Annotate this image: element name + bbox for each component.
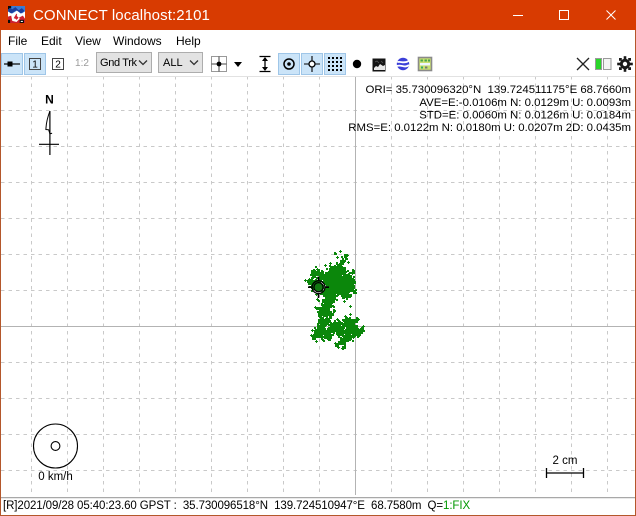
svg-text:1: 1 (32, 60, 38, 71)
svg-text:2 cm: 2 cm (553, 455, 578, 467)
svg-text:STD=E: 0.0060m N: 0.0126m U: 0: STD=E: 0.0060m N: 0.0126m U: 0.0184m (419, 110, 631, 122)
svg-text:RMS=E: 0.0122m N: 0.0180m U: 0: RMS=E: 0.0122m N: 0.0180m U: 0.0207m 2D:… (348, 122, 631, 134)
svg-text:2: 2 (55, 60, 61, 71)
svg-text:ORI= 35.730096320°N 139.72451: ORI= 35.730096320°N 139.724511175°E 68.7… (366, 84, 632, 96)
svg-text:AVE=E:-0.0106m N: 0.0129m U: 0: AVE=E:-0.0106m N: 0.0129m U: 0.0093m (419, 97, 631, 109)
svg-text:0 km/h: 0 km/h (38, 471, 73, 483)
svg-text:N: N (45, 93, 54, 107)
